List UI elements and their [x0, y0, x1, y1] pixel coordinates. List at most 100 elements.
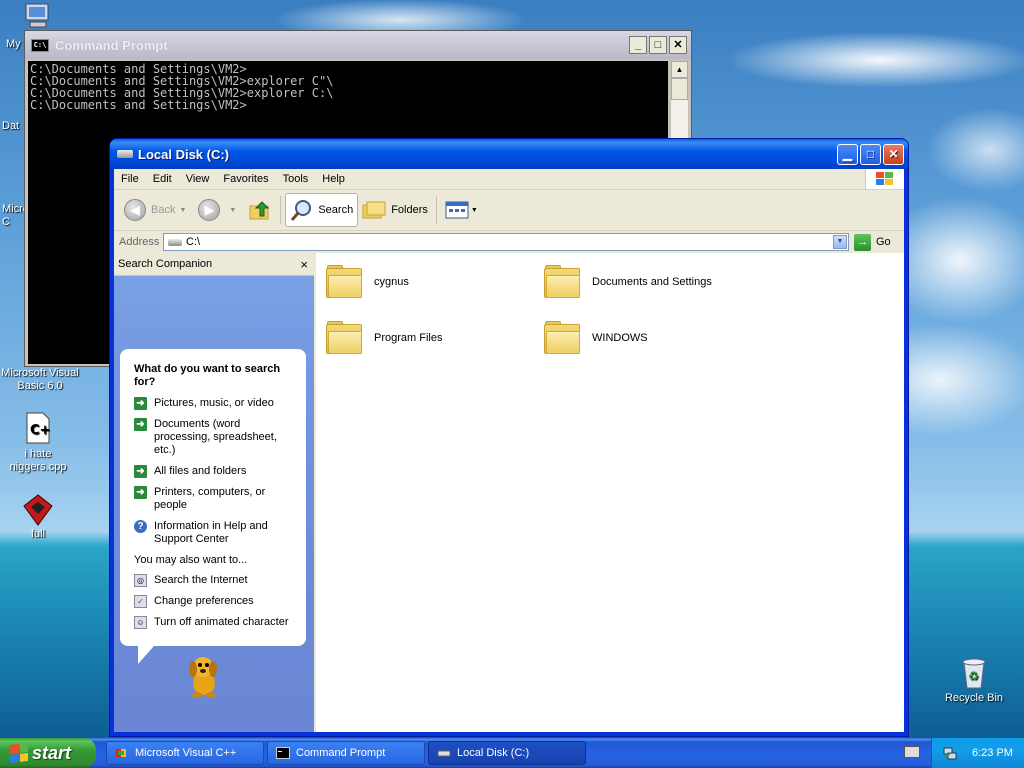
keyboard-icon[interactable]	[904, 746, 920, 758]
maximize-button[interactable]: □	[860, 143, 881, 165]
menu-help[interactable]: Help	[315, 173, 352, 185]
drive-icon	[437, 750, 451, 757]
also-link-label: Change preferences	[154, 595, 254, 607]
search-button[interactable]: Search	[285, 193, 359, 227]
desktop-icon-recycle-bin[interactable]: ♻ Recycle Bin	[934, 656, 1014, 705]
views-icon	[445, 201, 469, 219]
explorer-client: File Edit View Favorites Tools Help ◀ Ba…	[114, 169, 904, 732]
folder-up-icon	[249, 201, 270, 220]
up-button[interactable]	[244, 193, 276, 227]
maximize-button[interactable]: □	[649, 36, 667, 54]
go-arrow-icon: →	[854, 233, 871, 251]
cmd-title-bar[interactable]: C:\ Command Prompt _ □ ✕	[25, 31, 691, 59]
views-button[interactable]: ▼	[441, 193, 486, 227]
start-button[interactable]: start	[0, 738, 96, 768]
taskbar-item-visual-cpp[interactable]: Microsoft Visual C++	[106, 741, 264, 765]
minimize-button[interactable]: ▁	[837, 143, 858, 165]
chevron-down-icon[interactable]: ▼	[471, 207, 478, 214]
menu-file[interactable]: File	[114, 173, 146, 185]
search-dog-icon[interactable]	[184, 653, 224, 699]
cmd-line: C:\Documents and Settings\VM2>	[30, 98, 247, 112]
folder-item-cygnus[interactable]: cygnus	[326, 265, 409, 299]
desktop-icon-cpp-file[interactable]: C+ i hate niggers.cpp	[0, 412, 78, 474]
go-button[interactable]: → Go	[854, 233, 891, 251]
search-option-all-files[interactable]: ➜ All files and folders	[134, 465, 296, 478]
search-internet-link[interactable]: ◎ Search the Internet	[134, 574, 296, 587]
search-label: Search	[318, 204, 354, 216]
also-link-label: Search the Internet	[154, 574, 248, 586]
explorer-title-bar[interactable]: Local Disk (C:) ▁ □ ✕	[110, 139, 908, 169]
change-preferences-link[interactable]: ✓ Change preferences	[134, 595, 296, 608]
close-button[interactable]: ✕	[883, 143, 904, 165]
folder-item-program-files[interactable]: Program Files	[326, 321, 442, 355]
folder-item-documents-and-settings[interactable]: Documents and Settings	[544, 265, 712, 299]
menu-favorites[interactable]: Favorites	[216, 173, 275, 185]
folders-button[interactable]: Folders	[358, 193, 432, 227]
folder-icon	[326, 265, 364, 299]
search-option-help[interactable]: ? Information in Help and Support Center	[134, 520, 296, 546]
folder-name: WINDOWS	[592, 332, 648, 344]
scroll-thumb[interactable]	[671, 78, 688, 100]
visual-cpp-icon	[116, 749, 126, 757]
search-companion-pane: Search Companion × What do you want to s…	[114, 253, 314, 732]
character-icon: ☺	[134, 616, 147, 629]
search-option-label: Pictures, music, or video	[154, 397, 274, 409]
arrow-right-icon: ➜	[134, 418, 147, 431]
desktop-icon-my-computer[interactable]: My	[0, 2, 49, 50]
address-input[interactable]: C:\ ▼	[163, 233, 849, 251]
folder-name: cygnus	[374, 276, 409, 288]
chevron-down-icon[interactable]: ▼	[179, 207, 186, 214]
desktop-icon-full[interactable]: full	[0, 494, 78, 541]
taskbar: start Microsoft Visual C++ Command Promp…	[0, 738, 1024, 768]
drive-icon	[168, 238, 182, 246]
search-globe-icon: ◎	[134, 574, 147, 587]
desktop-icon-label: Recycle Bin	[944, 692, 1004, 704]
desktop-icon-label: i hate niggers.cpp	[9, 448, 67, 473]
menu-edit[interactable]: Edit	[146, 173, 179, 185]
forward-arrow-icon: ▶	[198, 199, 221, 221]
file-list[interactable]: cygnus Documents and Settings Program Fi…	[316, 253, 904, 732]
search-option-label: Printers, computers, or people	[154, 486, 266, 511]
taskbar-item-local-disk[interactable]: Local Disk (C:)	[428, 741, 586, 765]
folder-name: Program Files	[374, 332, 443, 344]
also-link-label: Turn off animated character	[154, 616, 289, 628]
clock[interactable]: 6:23 PM	[972, 747, 1013, 759]
svg-text:♻: ♻	[968, 669, 979, 683]
taskbar-item-label: Local Disk (C:)	[457, 747, 530, 759]
network-icon[interactable]	[942, 745, 958, 761]
chevron-down-icon[interactable]: ▼	[229, 207, 236, 214]
minimize-button[interactable]: _	[629, 36, 647, 54]
cpp-file-icon: C+	[26, 412, 50, 444]
help-icon: ?	[134, 520, 147, 533]
menu-view[interactable]: View	[179, 173, 217, 185]
menu-tools[interactable]: Tools	[276, 173, 316, 185]
chevron-down-icon[interactable]: ▼	[833, 235, 847, 249]
forward-button[interactable]: ▶ ▼	[194, 193, 244, 227]
standard-toolbar: ◀ Back ▼ ▶ ▼ Search Folders ▼	[114, 190, 904, 231]
search-option-documents[interactable]: ➜ Documents (word processing, spreadshee…	[134, 418, 296, 457]
search-companion-title: Search Companion	[118, 258, 213, 270]
explorer-window[interactable]: Local Disk (C:) ▁ □ ✕ File Edit View Fav…	[110, 139, 908, 736]
close-icon[interactable]: ×	[300, 257, 308, 272]
search-option-pictures[interactable]: ➜ Pictures, music, or video	[134, 397, 296, 410]
search-option-printers[interactable]: ➜ Printers, computers, or people	[134, 486, 296, 512]
close-button[interactable]: ✕	[669, 36, 687, 54]
back-button[interactable]: ◀ Back ▼	[120, 193, 194, 227]
turn-off-character-link[interactable]: ☺ Turn off animated character	[134, 616, 296, 629]
windows-logo-icon	[865, 169, 904, 189]
my-computer-icon	[25, 3, 49, 28]
folders-icon	[362, 201, 386, 219]
scroll-up-arrow-icon[interactable]: ▲	[671, 61, 688, 78]
search-question: What do you want to search for?	[134, 363, 281, 388]
drive-icon	[117, 150, 133, 158]
desktop-icon-label: My	[6, 38, 21, 50]
cmd-title: Command Prompt	[55, 37, 168, 53]
folder-item-windows[interactable]: WINDOWS	[544, 321, 648, 355]
windows-flag-icon	[10, 743, 28, 763]
taskbar-item-label: Command Prompt	[296, 747, 386, 759]
search-bubble: What do you want to search for? ➜ Pictur…	[120, 349, 306, 664]
desktop-icon-visual-basic[interactable]: Microsoft Visual Basic 6.0	[0, 367, 80, 393]
svg-text:C+: C+	[30, 423, 50, 438]
arrow-right-icon: ➜	[134, 465, 147, 478]
taskbar-item-command-prompt[interactable]: Command Prompt	[267, 741, 425, 765]
